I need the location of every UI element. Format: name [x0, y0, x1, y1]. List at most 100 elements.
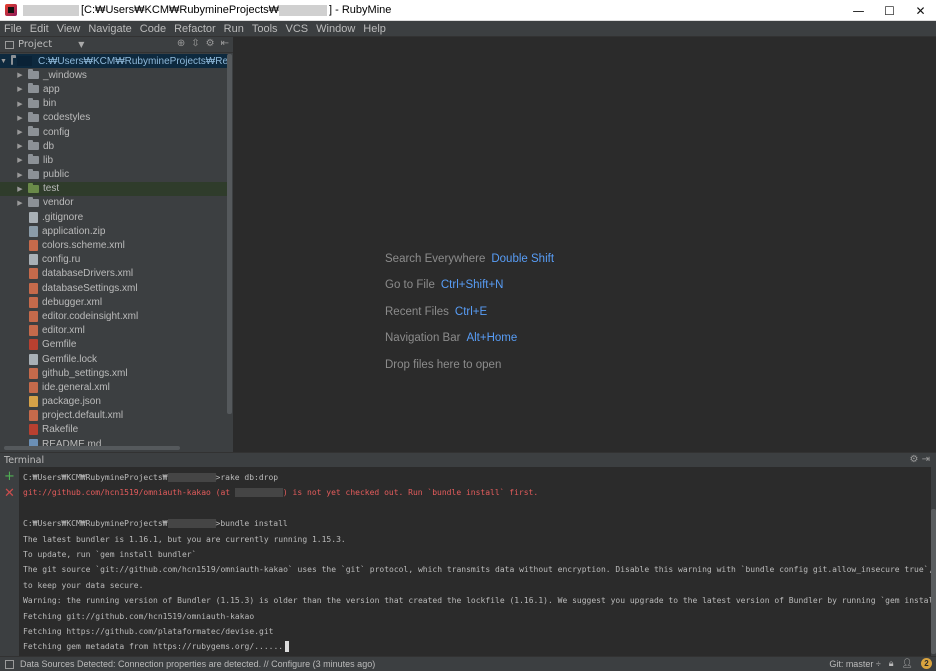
terminal-line: The latest bundler is 1.16.1, but you ar…	[23, 532, 931, 547]
menu-window[interactable]: Window	[316, 23, 355, 35]
tree-item[interactable]: ▶ app	[0, 82, 228, 96]
terminal-line-text: Fetching gem metadata from https://rubyg…	[23, 642, 284, 652]
tree-item[interactable]: ▶ db	[0, 139, 228, 153]
hint-go-to-file: Go to File Ctrl+Shift+N	[385, 279, 504, 291]
expand-arrow-icon[interactable]: ▶	[16, 142, 24, 150]
terminal-title[interactable]: Terminal	[4, 455, 44, 466]
tree-item[interactable]: editor.codeinsight.xml	[0, 309, 228, 323]
gear-icon[interactable]: ⚙	[909, 454, 918, 465]
project-horizontal-scrollbar[interactable]	[4, 446, 180, 450]
terminal-line-text: to keep your data secure.	[23, 580, 144, 590]
lock-icon[interactable]: 🔒︎	[889, 658, 894, 669]
tree-item[interactable]: .gitignore	[0, 210, 228, 224]
folder-icon	[28, 140, 39, 151]
ruby-file-icon	[29, 339, 38, 351]
expand-arrow-icon[interactable]: ▶	[16, 199, 24, 207]
git-branch[interactable]: Git: master ÷	[829, 659, 880, 669]
close-session-icon[interactable]: ✕	[0, 486, 19, 501]
redacted-text	[167, 519, 216, 529]
tree-item[interactable]: ▶ codestyles	[0, 111, 228, 125]
menu-run[interactable]: Run	[224, 23, 244, 35]
menu-view[interactable]: View	[57, 23, 81, 35]
expand-arrow-icon[interactable]: ▶	[16, 85, 24, 93]
tree-item[interactable]: ▶ bin	[0, 97, 228, 111]
tool-windows-icon[interactable]	[5, 659, 14, 669]
menu-refactor[interactable]: Refactor	[174, 23, 216, 35]
tree-item[interactable]: Rakefile	[0, 423, 228, 437]
expand-arrow-icon[interactable]: ▶	[16, 156, 24, 164]
tree-item[interactable]: application.zip	[0, 224, 228, 238]
tree-item-label: editor.xml	[42, 325, 85, 337]
tree-item[interactable]: colors.scheme.xml	[0, 238, 228, 252]
editor-area[interactable]: Search Everywhere Double Shift Go to File…	[235, 37, 936, 452]
minimize-button[interactable]: —	[843, 0, 874, 21]
chevron-down-icon[interactable]: ▼	[78, 40, 84, 49]
terminal-scroll-thumb[interactable]	[931, 509, 936, 654]
folder-icon	[28, 168, 39, 179]
notification-badge[interactable]: 2	[921, 658, 932, 669]
zip-file-icon	[29, 225, 38, 237]
tree-item-label: editor.codeinsight.xml	[42, 310, 139, 322]
close-button[interactable]: ✕	[905, 0, 936, 21]
hint-recent-files: Recent Files Ctrl+E	[385, 306, 487, 318]
expand-arrow-icon[interactable]: ▼	[0, 58, 7, 65]
tree-item[interactable]: ▶ lib	[0, 153, 228, 167]
folder-icon	[10, 55, 17, 66]
terminal-line-suffix: >bundle install	[215, 519, 288, 529]
tree-item[interactable]: debugger.xml	[0, 295, 228, 309]
tree-item[interactable]: ▶ config	[0, 125, 228, 139]
tree-root[interactable]: ▼ C:₩Users₩KCM₩RubymineProjects₩Re	[0, 54, 228, 69]
expand-arrow-icon[interactable]: ▶	[16, 185, 24, 193]
tree-item[interactable]: ▶ public	[0, 168, 228, 182]
terminal-line: C:₩Users₩KCM₩RubymineProjects₩ >bundle in…	[23, 516, 931, 531]
inspector-icon[interactable]: 👤︎	[902, 658, 913, 669]
terminal-output[interactable]: C:₩Users₩KCM₩RubymineProjects₩ >rake db:d…	[19, 467, 931, 656]
expand-arrow-icon[interactable]: ▶	[16, 71, 24, 79]
menu-help[interactable]: Help	[363, 23, 386, 35]
tree-item[interactable]: project.default.xml	[0, 409, 228, 423]
terminal-scrollbar[interactable]	[931, 467, 936, 656]
tree-item[interactable]: ▶ vendor	[0, 196, 228, 210]
gray-file-icon	[29, 254, 38, 266]
gear-icon[interactable]: ⚙	[206, 38, 215, 49]
status-message[interactable]: Data Sources Detected: Connection proper…	[20, 659, 375, 669]
menu-file[interactable]: File	[4, 23, 22, 35]
collapse-all-icon[interactable]: ⇳	[191, 38, 199, 49]
expand-arrow-icon[interactable]: ▶	[16, 100, 24, 108]
tree-item[interactable]: github_settings.xml	[0, 366, 228, 380]
expand-arrow-icon[interactable]: ▶	[16, 128, 24, 136]
tree-item-label: public	[43, 169, 70, 181]
expand-arrow-icon[interactable]: ▶	[16, 171, 24, 179]
tree-item[interactable]: databaseSettings.xml	[0, 281, 228, 295]
folder-icon	[28, 196, 39, 207]
tree-item[interactable]: package.json	[0, 395, 228, 409]
project-vertical-scrollbar[interactable]	[227, 54, 232, 414]
locate-icon[interactable]: ⊕	[177, 38, 185, 49]
terminal-line-text: C:₩Users₩KCM₩RubymineProjects₩	[23, 473, 168, 482]
tree-item[interactable]: editor.xml	[0, 324, 228, 338]
menu-tools[interactable]: Tools	[252, 23, 278, 35]
tree-item[interactable]: ▶ _windows	[0, 68, 228, 82]
terminal-line: to keep your data secure.	[23, 578, 931, 593]
expand-arrow-icon[interactable]: ▶	[16, 114, 24, 122]
hide-panel-icon[interactable]: ⇤	[221, 38, 229, 49]
xml-file-icon	[29, 381, 38, 393]
menu-vcs[interactable]: VCS	[286, 23, 309, 35]
menu-edit[interactable]: Edit	[30, 23, 49, 35]
hide-panel-icon[interactable]: ⇥	[922, 454, 930, 465]
tree-item[interactable]: Gemfile.lock	[0, 352, 228, 366]
tree-item[interactable]: ide.general.xml	[0, 380, 228, 394]
tree-item[interactable]: Gemfile	[0, 338, 228, 352]
folder-icon	[28, 97, 39, 108]
new-session-icon[interactable]: +	[0, 469, 19, 484]
tree-item[interactable]: config.ru	[0, 253, 228, 267]
tree-item-label: lib	[43, 154, 54, 166]
tree-item[interactable]: ▶ test	[0, 181, 228, 196]
terminal-line: Fetching https://github.com/plataformate…	[23, 624, 931, 639]
menu-code[interactable]: Code	[140, 23, 166, 35]
menu-navigate[interactable]: Navigate	[88, 23, 131, 35]
tree-item[interactable]: databaseDrivers.xml	[0, 267, 228, 281]
project-panel-title[interactable]: Project	[18, 39, 52, 50]
maximize-button[interactable]: ☐	[874, 0, 905, 21]
